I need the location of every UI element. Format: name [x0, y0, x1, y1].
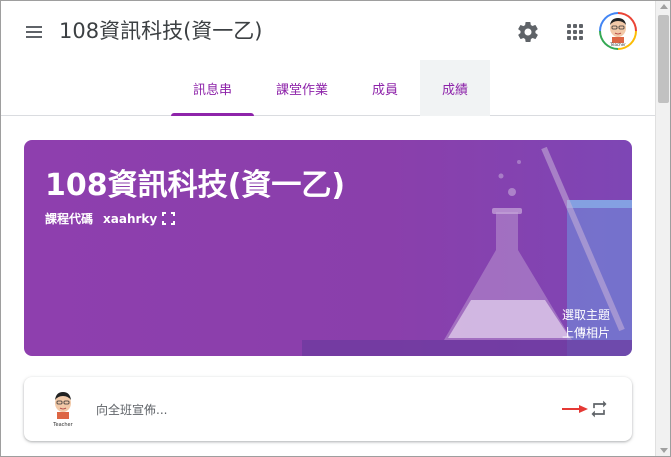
- account-avatar[interactable]: Teacher: [599, 12, 637, 50]
- gear-icon[interactable]: [516, 20, 540, 44]
- class-code-value: xaahrky: [103, 211, 158, 226]
- select-theme-link[interactable]: 選取主題: [562, 306, 610, 323]
- class-code-label: 課程代碼: [45, 212, 94, 226]
- announce-placeholder: 向全班宣佈...: [96, 403, 168, 417]
- tab-classwork[interactable]: 課堂作業: [254, 60, 350, 116]
- vertical-scrollbar[interactable]: [655, 1, 670, 456]
- tab-stream[interactable]: 訊息串: [171, 60, 255, 116]
- tab-label: 成員: [372, 82, 399, 98]
- avatar-caption: Teacher: [52, 422, 73, 428]
- tab-label: 課堂作業: [276, 82, 329, 98]
- red-arrow-annotation-icon: [562, 405, 588, 413]
- tab-people[interactable]: 成員: [350, 60, 420, 116]
- class-code-row: 課程代碼 xaahrky: [45, 210, 176, 227]
- teacher-avatar-icon: Teacher: [609, 18, 626, 47]
- fullscreen-icon[interactable]: [162, 212, 176, 225]
- top-app-bar: 108資訊科技(資一乙) Teacher 訊息串 課堂作業 成員 成績: [1, 1, 655, 116]
- class-banner: 108資訊科技(資一乙) 課程代碼 xaahrky 選取主題 上傳相片: [24, 140, 632, 356]
- reuse-post-icon[interactable]: [589, 399, 609, 419]
- scroll-down-icon[interactable]: [660, 448, 668, 453]
- scroll-up-icon[interactable]: [660, 4, 668, 9]
- tab-grades[interactable]: 成績: [420, 60, 491, 116]
- tab-label: 成績: [442, 82, 469, 98]
- banner-class-title: 108資訊科技(資一乙): [45, 168, 346, 203]
- tab-label: 訊息串: [193, 82, 233, 98]
- apps-grid-icon[interactable]: [563, 20, 587, 44]
- menu-icon[interactable]: [23, 21, 45, 43]
- scroll-thumb[interactable]: [658, 15, 669, 103]
- class-title[interactable]: 108資訊科技(資一乙): [59, 15, 262, 45]
- announce-box[interactable]: Teacher 向全班宣佈...: [24, 377, 632, 441]
- avatar-caption: Teacher: [609, 42, 626, 47]
- app-window: 108資訊科技(資一乙) Teacher 訊息串 課堂作業 成員 成績 108資…: [0, 0, 671, 457]
- teacher-avatar-icon: Teacher: [52, 392, 74, 428]
- upload-photo-link[interactable]: 上傳相片: [562, 324, 610, 341]
- class-tabs: 訊息串 課堂作業 成員 成績: [171, 60, 491, 116]
